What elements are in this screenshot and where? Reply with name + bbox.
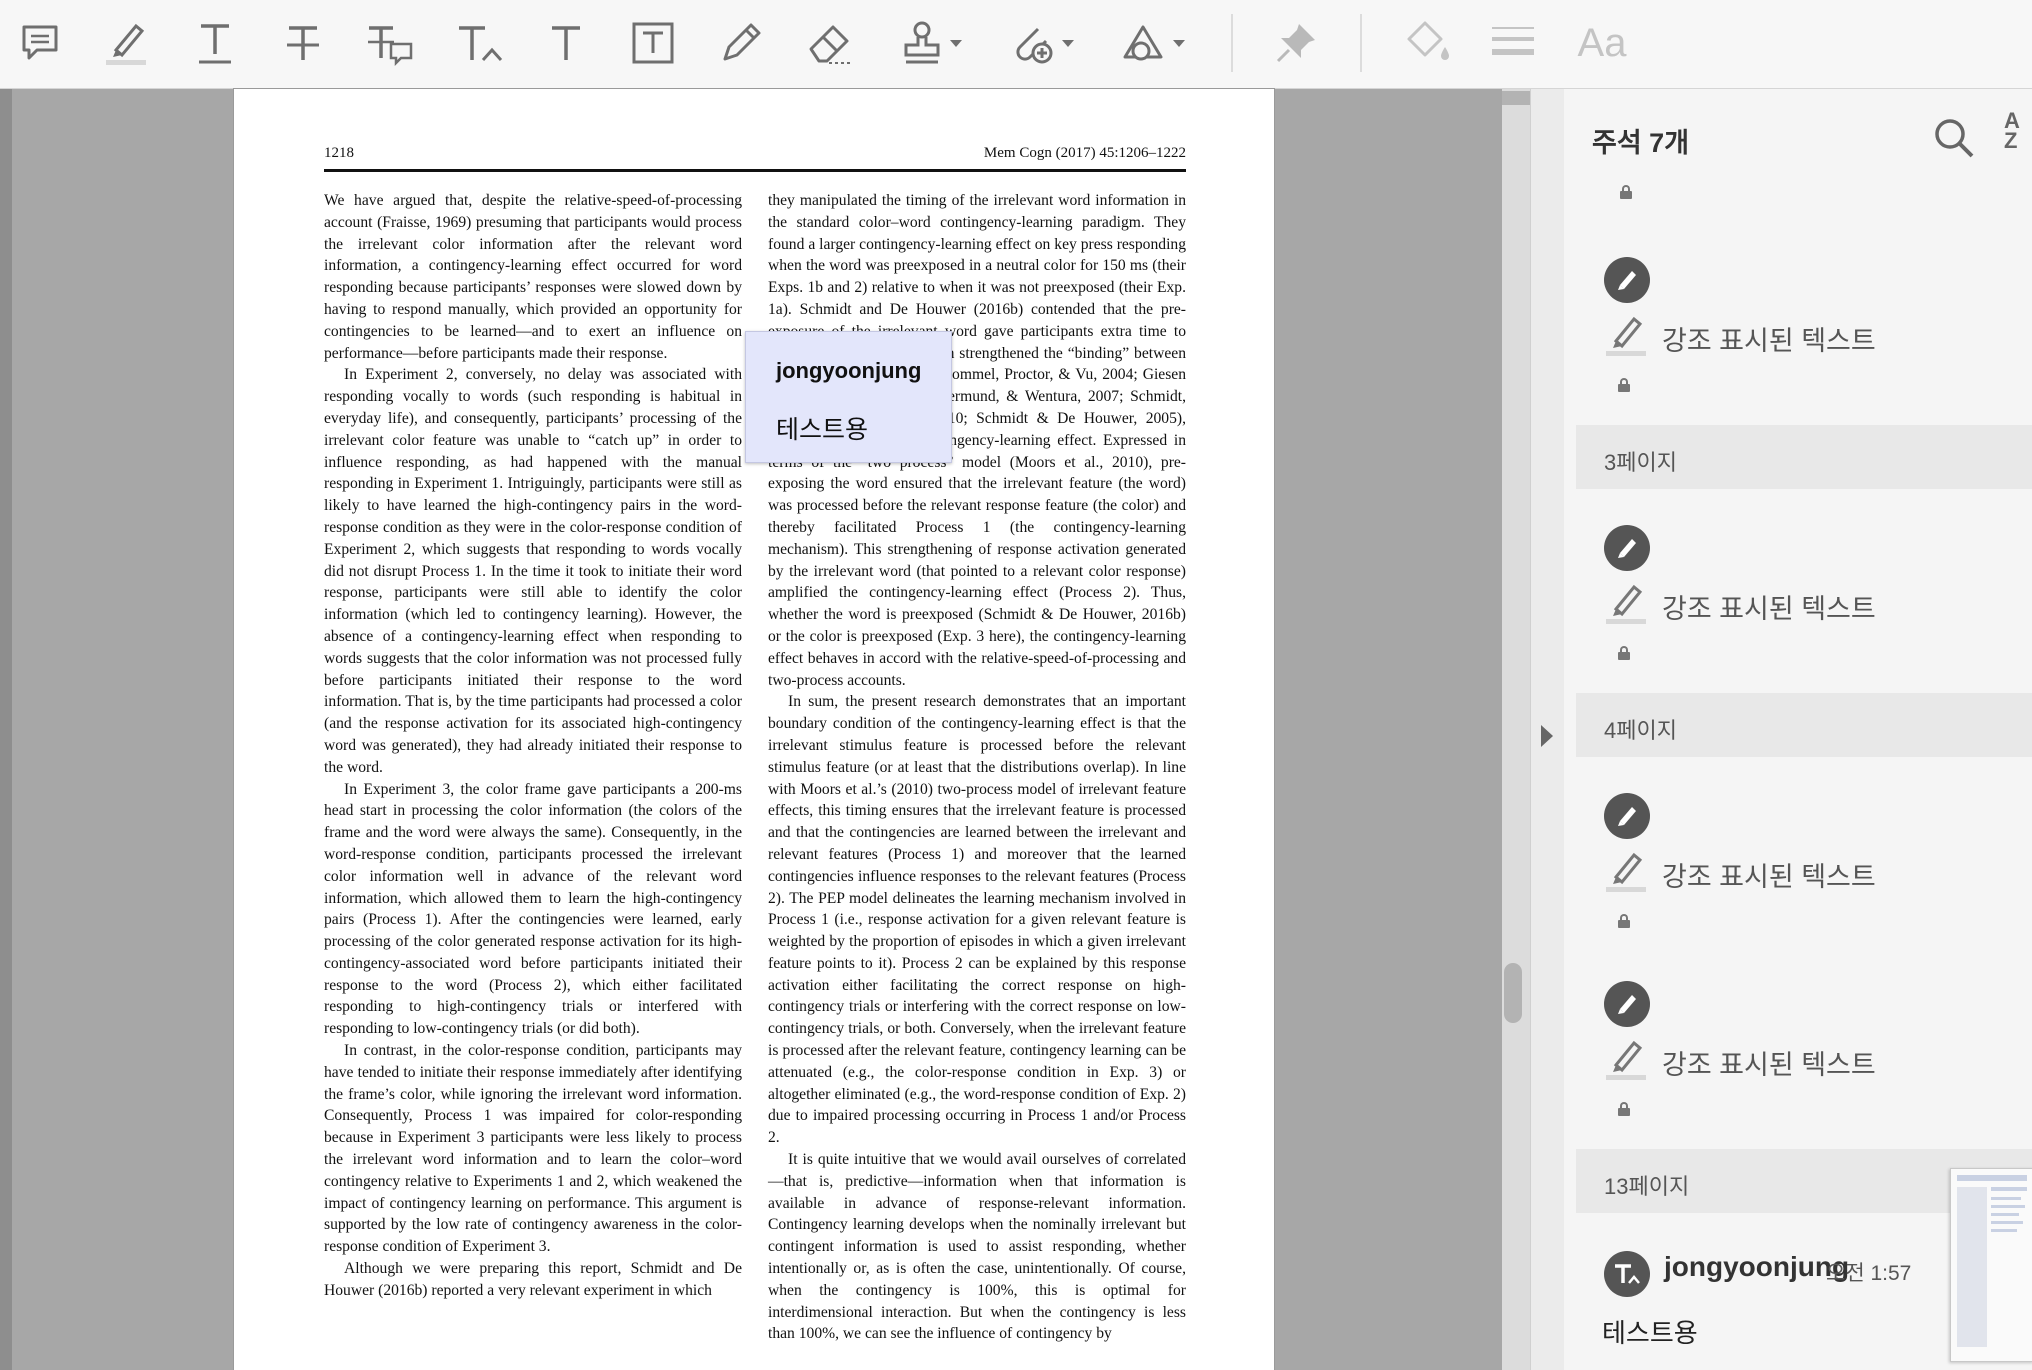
line-weight-icon[interactable] (1488, 14, 1538, 72)
section-label: 3페이지 (1604, 450, 1677, 475)
annotation-card[interactable]: 강조 표시된 텍스트 (1576, 525, 2032, 685)
popup-text[interactable]: 테스트용 (776, 410, 868, 446)
popup-author: jongyoonjung (776, 358, 922, 383)
highlight-icon (1602, 581, 1650, 630)
pencil-icon[interactable] (716, 14, 766, 72)
underline-text-icon[interactable] (192, 14, 238, 72)
scrollbar-cap (1502, 91, 1530, 105)
left-gutter (0, 89, 12, 1370)
page-header: 1218 Mem Cogn (2017) 45:1206–1222 (324, 145, 1186, 172)
highlight-icon (1602, 1037, 1650, 1086)
toolbar-divider (1231, 14, 1233, 72)
paragraph: It is quite intuitive that we would avai… (768, 1151, 1186, 1343)
section-header[interactable]: 3페이지 (1576, 425, 2032, 489)
annotation-card[interactable]: 강조 표시된 텍스트 (1576, 793, 2032, 953)
left-column: We have argued that, despite the relativ… (324, 190, 742, 1302)
paragraph: In contrast, in the color-response condi… (324, 1042, 742, 1256)
font-size-icon[interactable]: Aa (1572, 14, 1632, 72)
sticky-note-icon[interactable] (16, 14, 64, 72)
highlight-avatar-icon (1604, 525, 1650, 571)
lock-icon (1618, 1102, 1630, 1116)
journal-reference: Mem Cogn (2017) 45:1206–1222 (983, 145, 1186, 161)
panel-collapse-strip[interactable] (1530, 89, 1565, 1370)
text-box-icon[interactable] (630, 14, 676, 72)
highlight-avatar-icon (1604, 257, 1650, 303)
panel-title: 주석 7개 (1592, 128, 1690, 158)
lock-icon (1618, 646, 1630, 660)
pdf-page[interactable]: 1218 Mem Cogn (2017) 45:1206–1222 We hav… (234, 89, 1274, 1370)
paragraph: Although we were preparing this report, … (324, 1260, 742, 1299)
annotation-card[interactable]: 강조 표시된 텍스트 (1576, 257, 2032, 417)
highlight-icon (1602, 849, 1650, 898)
lock-icon (1620, 185, 1632, 199)
highlight-icon[interactable] (100, 14, 152, 72)
eraser-icon[interactable] (804, 14, 856, 72)
lock-icon (1618, 914, 1630, 928)
attach-icon[interactable] (1006, 14, 1076, 72)
annotation-popup[interactable]: jongyoonjung 테스트용 (745, 331, 952, 463)
page-number: 1218 (324, 145, 354, 161)
comment-text: 테스트용 (1602, 1318, 1698, 1348)
sort-icon[interactable]: A Z (2004, 110, 2020, 153)
scrollbar-thumb[interactable] (1504, 963, 1522, 1023)
highlight-label: 강조 표시된 텍스트 (1662, 1050, 1876, 1080)
scrollbar-track[interactable] (1502, 89, 1530, 1370)
annotation-card[interactable]: 강조 표시된 텍스트 (1576, 981, 2032, 1141)
add-text-icon[interactable] (545, 14, 587, 72)
pin-icon[interactable] (1270, 14, 1322, 72)
highlight-label: 강조 표시된 텍스트 (1662, 594, 1876, 624)
highlight-label: 강조 표시된 텍스트 (1662, 862, 1876, 892)
highlight-icon (1602, 313, 1650, 362)
highlight-avatar-icon (1604, 981, 1650, 1027)
section-label: 13페이지 (1604, 1174, 1690, 1199)
search-icon[interactable] (1932, 116, 1976, 165)
insert-text-icon[interactable] (454, 14, 506, 72)
comment-author: jongyoonjung (1664, 1251, 1850, 1282)
lock-icon (1618, 378, 1630, 392)
comment-time: 오전 1:57 (1826, 1262, 1912, 1285)
sort-label-bottom: Z (2004, 128, 2018, 153)
text-comment-avatar-icon (1604, 1251, 1650, 1297)
highlight-avatar-icon (1604, 793, 1650, 839)
shapes-icon[interactable] (1116, 14, 1188, 72)
fill-color-icon[interactable] (1400, 14, 1454, 72)
highlight-label: 강조 표시된 텍스트 (1662, 326, 1876, 356)
paragraph: We have argued that, despite the relativ… (324, 192, 742, 362)
paragraph: In Experiment 3, the color frame gave pa… (324, 780, 742, 1038)
annotation-toolbar: Aa (0, 0, 2032, 89)
collapse-arrow-icon[interactable] (1541, 725, 1553, 747)
section-header[interactable]: 4페이지 (1576, 693, 2032, 757)
paragraph: In sum, the present research demonstrate… (768, 693, 1186, 1147)
window-thumbnail[interactable] (1950, 1168, 2032, 1362)
section-label: 4페이지 (1604, 718, 1677, 743)
toolbar-divider (1360, 14, 1362, 72)
paragraph: In Experiment 2, conversely, no delay wa… (324, 366, 742, 776)
stamp-icon[interactable] (896, 14, 966, 72)
strikethrough-icon[interactable] (280, 14, 326, 72)
replace-text-icon[interactable] (364, 14, 416, 72)
document-viewport[interactable]: 1218 Mem Cogn (2017) 45:1206–1222 We hav… (0, 89, 1498, 1370)
